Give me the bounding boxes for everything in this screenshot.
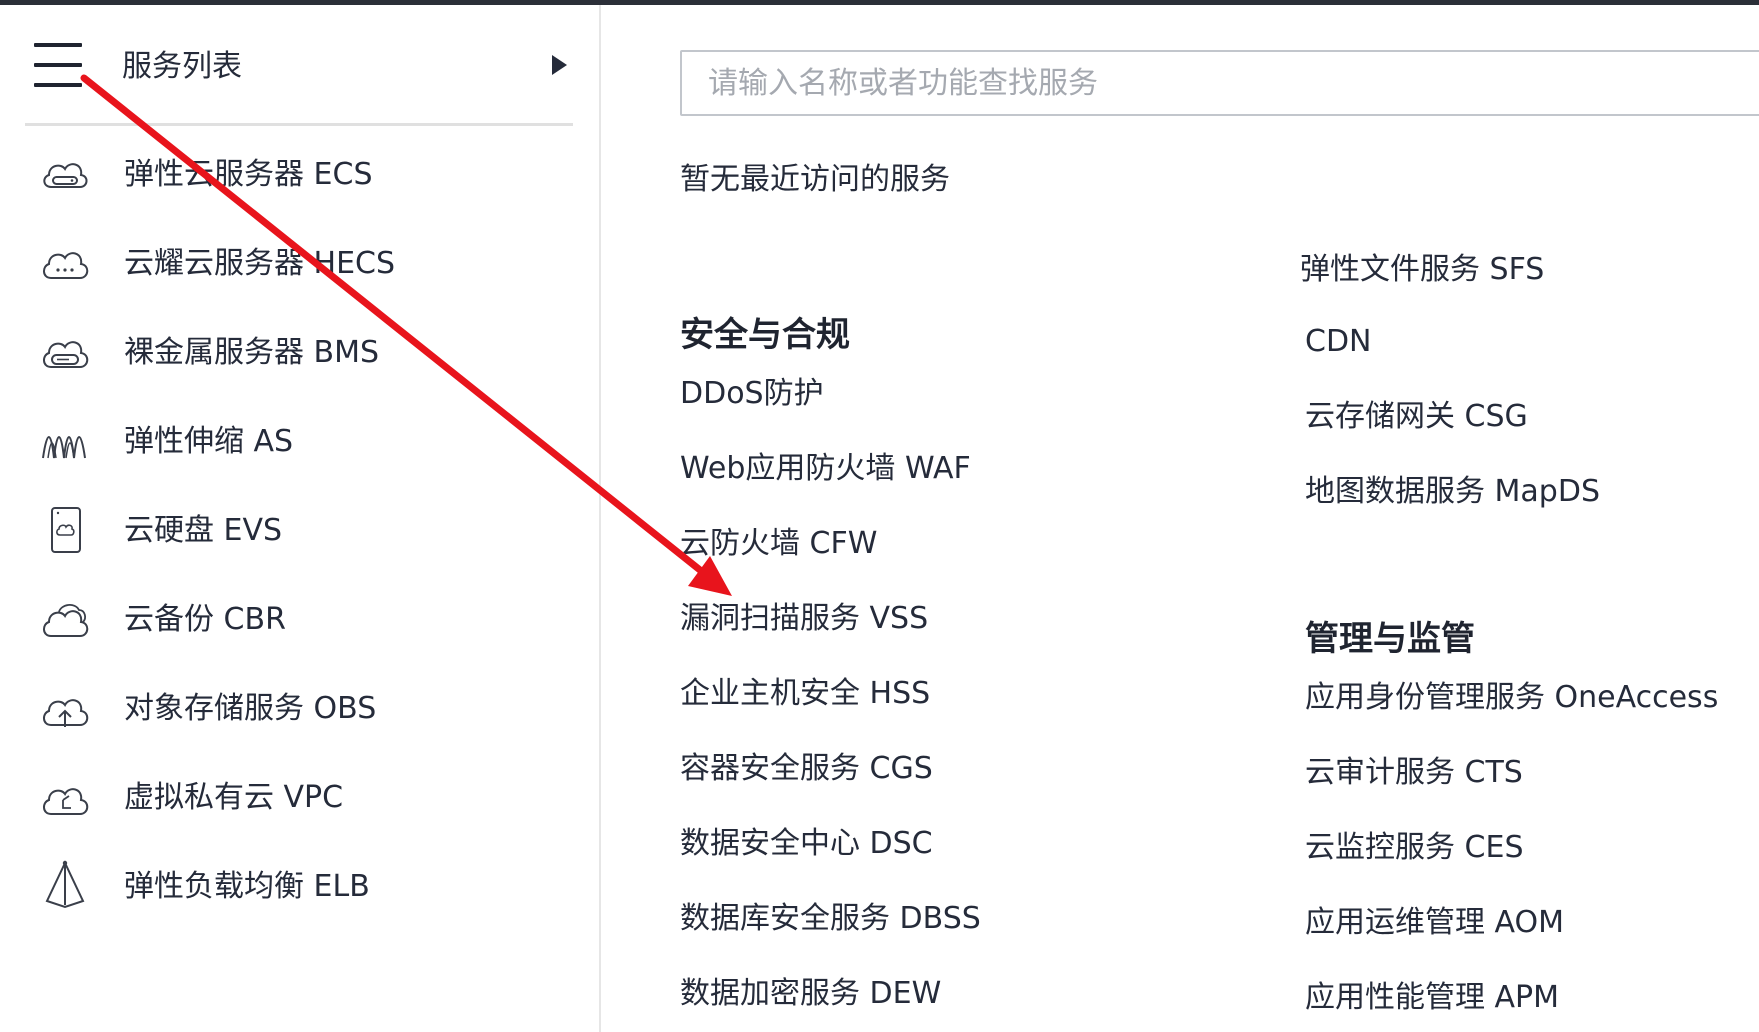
recent-services-empty-text: 暂无最近访问的服务 (680, 162, 950, 197)
sidebar-item-label: 弹性云服务器 ECS (124, 157, 373, 192)
sidebar-title: 服务列表 (122, 49, 242, 84)
sidebar-item-as[interactable]: 弹性伸缩 AS (25, 392, 573, 492)
category-title-management: 管理与监管 (1305, 619, 1475, 659)
service-link-oneaccess[interactable]: 应用身份管理服务 OneAccess (1305, 678, 1718, 718)
service-link-aom[interactable]: 应用运维管理 AOM (1305, 903, 1564, 943)
sidebar-item-label: 云备份 CBR (124, 602, 286, 637)
service-link-waf[interactable]: Web应用防火墙 WAF (680, 449, 971, 489)
service-link-csg[interactable]: 云存储网关 CSG (1305, 397, 1528, 437)
sidebar-item-label: 云耀云服务器 HECS (124, 246, 396, 281)
sidebar-item-label: 虚拟私有云 VPC (124, 780, 344, 815)
service-link-hss[interactable]: 企业主机安全 HSS (680, 674, 930, 714)
sidebar-item-obs[interactable]: 对象存储服务 OBS (25, 659, 573, 759)
sidebar-item-hecs[interactable]: 云耀云服务器 HECS (25, 214, 573, 314)
load-balancer-icon (45, 860, 85, 909)
service-link-cfw[interactable]: 云防火墙 CFW (680, 524, 877, 564)
sidebar-item-vpc[interactable]: 虚拟私有云 VPC (25, 748, 573, 848)
service-link-vss[interactable]: 漏洞扫描服务 VSS (680, 599, 928, 639)
sidebar-item-elb[interactable]: 弹性负载均衡 ELB (25, 837, 573, 937)
expand-arrow-icon[interactable] (552, 55, 567, 75)
service-search-input[interactable] (680, 50, 1759, 116)
partially-scrolled-item: 弹性文件服务 SFS (1300, 240, 1720, 282)
sidebar-item-evs[interactable]: 云硬盘 EVS (25, 481, 573, 581)
sidebar-item-label: 弹性负载均衡 ELB (124, 869, 370, 904)
bare-metal-server-icon (43, 341, 89, 368)
service-link-mapds[interactable]: 地图数据服务 MapDS (1305, 472, 1600, 512)
service-link-cts[interactable]: 云审计服务 CTS (1305, 753, 1523, 793)
sidebar-item-ecs[interactable]: 弹性云服务器 ECS (25, 125, 573, 225)
cloud-server-icon (43, 163, 88, 188)
service-link-dsc[interactable]: 数据安全中心 DSC (680, 824, 933, 864)
sidebar-item-label: 裸金属服务器 BMS (124, 335, 380, 370)
service-link-cdn[interactable]: CDN (1305, 322, 1372, 362)
cloud-dots-icon (43, 252, 89, 279)
sidebar-item-bms[interactable]: 裸金属服务器 BMS (25, 303, 573, 403)
service-link-dew[interactable]: 数据加密服务 DEW (680, 974, 941, 1014)
service-list-sidebar: 服务列表 弹性云服务器 ECS 云耀云服务器 HECS 裸金属服务器 BMS 弹… (0, 5, 599, 1032)
sidebar-item-label: 对象存储服务 OBS (124, 691, 377, 726)
service-link-ddos[interactable]: DDoS防护 (680, 374, 824, 414)
sidebar-item-label: 弹性伸缩 AS (124, 424, 294, 459)
sidebar-item-label: 云硬盘 EVS (124, 513, 283, 548)
sidebar-header: 服务列表 (25, 23, 573, 126)
service-link-apm[interactable]: 应用性能管理 APM (1305, 978, 1559, 1018)
sidebar-item-cbr[interactable]: 云备份 CBR (25, 570, 573, 670)
auto-scaling-icon (42, 436, 86, 459)
service-link-sfs[interactable]: 弹性文件服务 SFS (1300, 250, 1544, 282)
service-link-dbss[interactable]: 数据库安全服务 DBSS (680, 899, 981, 939)
menu-icon[interactable] (34, 43, 82, 87)
cloud-disk-icon (51, 507, 81, 553)
cloud-upload-icon (43, 699, 89, 727)
panel-divider (599, 5, 601, 1032)
service-link-cgs[interactable]: 容器安全服务 CGS (680, 749, 933, 789)
service-link-ces[interactable]: 云监控服务 CES (1305, 828, 1523, 868)
cloud-network-icon (43, 788, 89, 815)
category-title-security: 安全与合规 (680, 315, 850, 355)
cloud-backup-icon (43, 604, 89, 637)
